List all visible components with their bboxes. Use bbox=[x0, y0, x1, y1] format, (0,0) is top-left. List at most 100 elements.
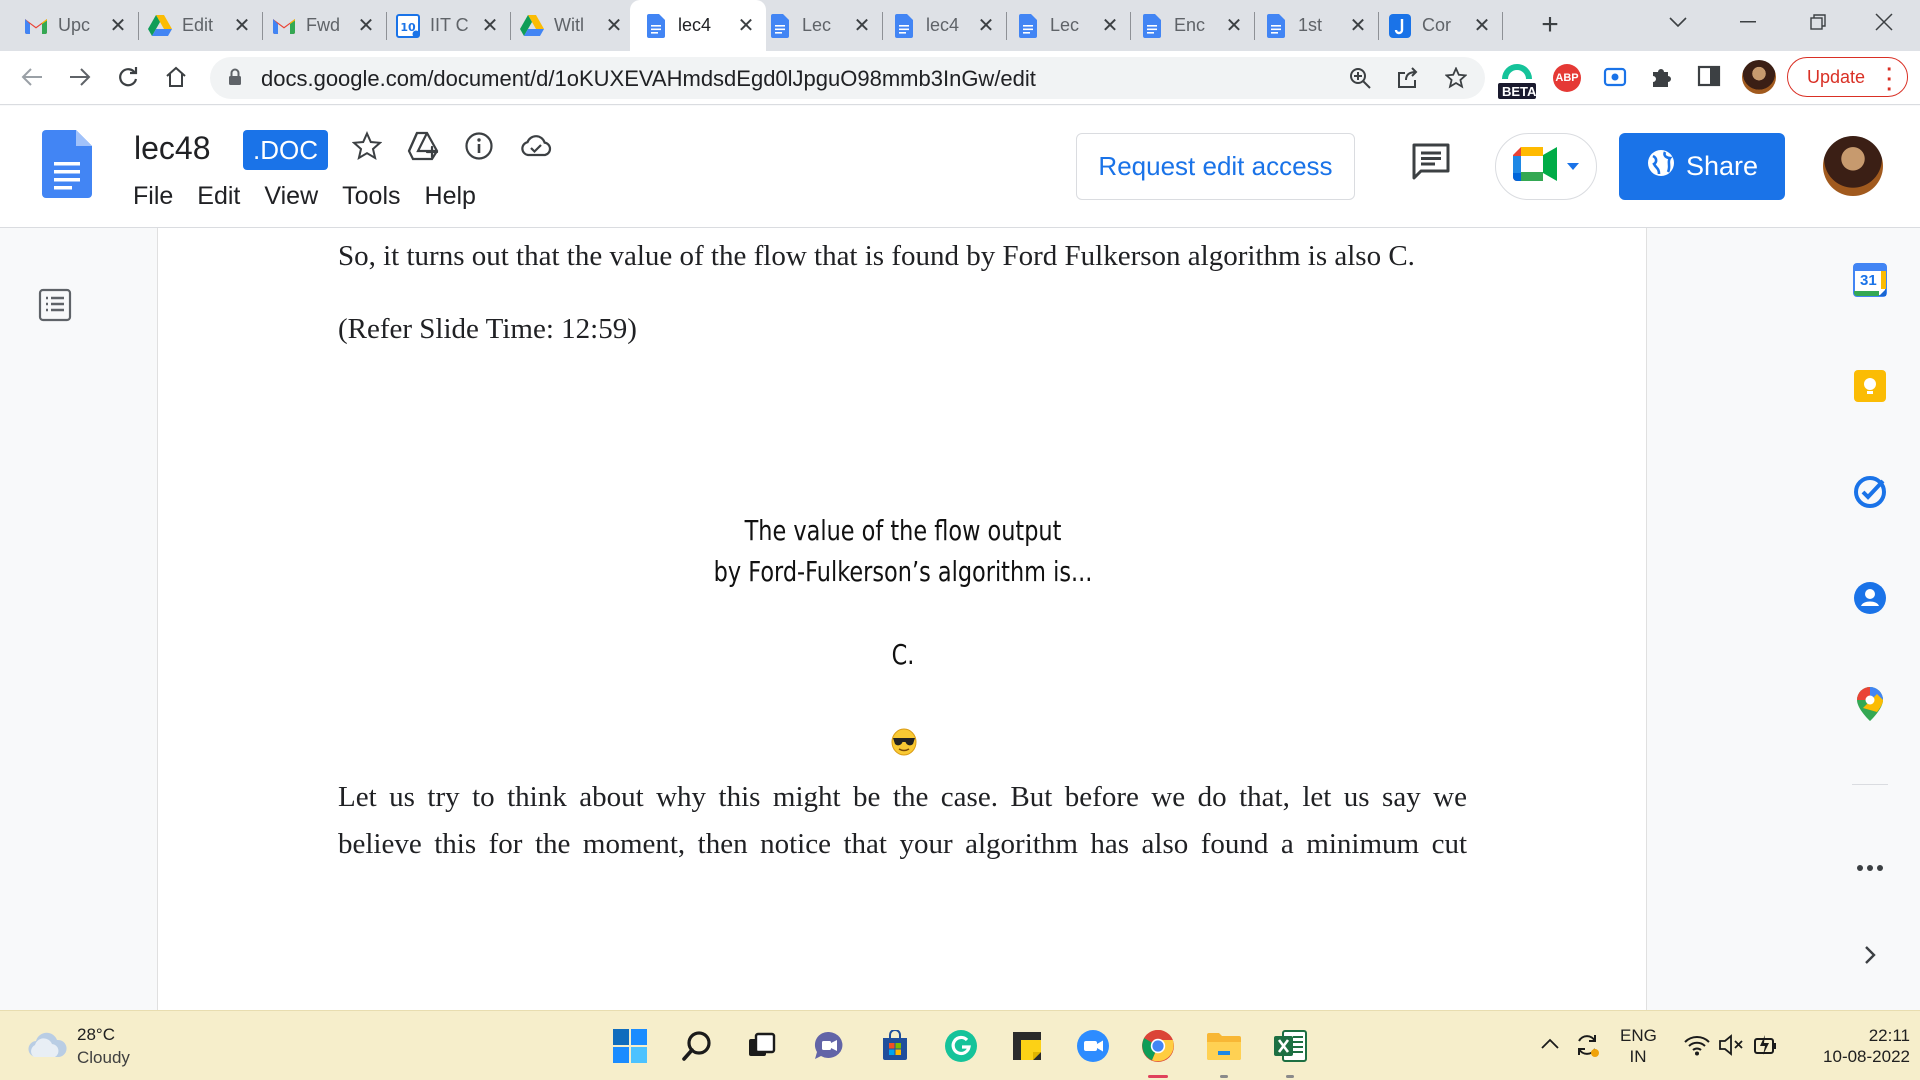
browser-tab[interactable]: Witl ✕ bbox=[506, 0, 634, 51]
browser-tab[interactable]: Upc ✕ bbox=[10, 0, 138, 51]
close-tab-icon[interactable]: ✕ bbox=[1224, 13, 1244, 38]
close-tab-icon[interactable]: ✕ bbox=[1472, 13, 1492, 38]
battery-charging-icon[interactable] bbox=[1753, 1033, 1779, 1062]
close-tab-icon[interactable]: ✕ bbox=[604, 13, 624, 38]
excel-icon[interactable] bbox=[1270, 1026, 1310, 1078]
close-tab-icon[interactable]: ✕ bbox=[1348, 13, 1368, 38]
profile-avatar[interactable] bbox=[1742, 60, 1776, 94]
reload-icon[interactable] bbox=[112, 61, 144, 93]
tab-separator bbox=[1502, 12, 1503, 40]
menu-edit[interactable]: Edit bbox=[197, 182, 240, 211]
windows-start-icon[interactable] bbox=[610, 1026, 650, 1066]
request-edit-access-button[interactable]: Request edit access bbox=[1076, 133, 1355, 200]
browser-tab[interactable]: Lec ✕ bbox=[1002, 0, 1130, 51]
document-outline-icon[interactable] bbox=[38, 288, 72, 327]
share-button[interactable]: Share bbox=[1619, 133, 1785, 200]
calendar-10-icon: 10 bbox=[396, 13, 420, 38]
update-label: Update bbox=[1807, 66, 1866, 87]
close-tab-icon[interactable]: ✕ bbox=[736, 13, 756, 38]
star-icon[interactable] bbox=[349, 128, 385, 164]
search-icon[interactable] bbox=[677, 1026, 717, 1066]
browser-tab[interactable]: Fwd ✕ bbox=[258, 0, 386, 51]
close-tab-icon[interactable]: ✕ bbox=[108, 13, 128, 38]
cloud-saved-icon[interactable] bbox=[518, 128, 554, 164]
chrome-update-button[interactable]: Update · · · bbox=[1787, 57, 1908, 100]
account-avatar[interactable] bbox=[1823, 136, 1883, 196]
show-hidden-icons-chevron-icon[interactable] bbox=[1541, 1037, 1559, 1055]
language-indicator[interactable]: ENG IN bbox=[1620, 1025, 1657, 1067]
browser-tab[interactable]: Lec ✕ bbox=[754, 0, 882, 51]
grammarly-icon[interactable] bbox=[941, 1026, 981, 1066]
browser-tab[interactable]: lec4 ✕ bbox=[878, 0, 1006, 51]
menu-tools[interactable]: Tools bbox=[342, 182, 400, 211]
contacts-icon[interactable] bbox=[1852, 580, 1888, 616]
document-info-icon[interactable] bbox=[461, 128, 497, 164]
cloudy-weather-icon[interactable] bbox=[28, 1031, 68, 1064]
keep-icon[interactable] bbox=[1852, 368, 1888, 404]
close-tab-icon[interactable]: ✕ bbox=[356, 13, 376, 38]
new-tab-button[interactable]: + bbox=[1532, 8, 1568, 44]
more-addons-icon[interactable] bbox=[1852, 850, 1888, 886]
restore-icon[interactable] bbox=[1786, 0, 1850, 44]
grammarly-beta-extension-icon[interactable]: BETA bbox=[1497, 57, 1537, 101]
expand-side-panel-chevron-icon[interactable] bbox=[1852, 937, 1888, 973]
zoom-icon[interactable] bbox=[1345, 63, 1375, 93]
tab-title: 1st bbox=[1298, 15, 1323, 35]
wifi-icon[interactable] bbox=[1684, 1034, 1710, 1061]
sticky-notes-icon[interactable] bbox=[1007, 1026, 1047, 1066]
home-icon[interactable] bbox=[160, 61, 192, 93]
chrome-icon[interactable] bbox=[1138, 1026, 1178, 1078]
bookmark-star-icon[interactable] bbox=[1441, 63, 1471, 93]
address-bar[interactable]: docs.google.com/document/d/1oKUXEVAHmdsd… bbox=[210, 57, 1485, 99]
microsoft-store-icon[interactable] bbox=[875, 1026, 915, 1066]
close-tab-icon[interactable]: ✕ bbox=[976, 13, 996, 38]
close-window-icon[interactable] bbox=[1852, 0, 1916, 44]
tab-strip: Upc ✕ Edit ✕ Fwd ✕ 10 IIT C ✕ Witl ✕ lec4 ✕ Lec ✕ lec4 ✕… bbox=[0, 0, 1920, 51]
teams-chat-icon[interactable] bbox=[809, 1026, 849, 1066]
meet-button[interactable] bbox=[1495, 133, 1597, 200]
minimize-icon[interactable] bbox=[1716, 0, 1780, 44]
browser-tab[interactable]: lec4 ✕ bbox=[630, 0, 766, 51]
file-explorer-icon[interactable] bbox=[1204, 1026, 1244, 1078]
tasks-icon[interactable] bbox=[1852, 474, 1888, 510]
browser-tab[interactable]: Edit ✕ bbox=[134, 0, 262, 51]
lock-icon[interactable] bbox=[228, 68, 242, 91]
browser-tab[interactable]: 1st ✕ bbox=[1250, 0, 1378, 51]
menu-view[interactable]: View bbox=[264, 182, 318, 211]
browser-tab[interactable]: Cor ✕ bbox=[1374, 0, 1502, 51]
menu-file[interactable]: File bbox=[133, 182, 173, 211]
browser-tab[interactable]: Enc ✕ bbox=[1126, 0, 1254, 51]
weather-description[interactable]: Cloudy bbox=[77, 1048, 130, 1068]
close-tab-icon[interactable]: ✕ bbox=[480, 13, 500, 38]
google-docs-logo-icon[interactable] bbox=[42, 130, 92, 203]
task-view-icon[interactable] bbox=[742, 1026, 782, 1066]
document-title[interactable]: lec48 bbox=[134, 130, 211, 167]
calendar-day: 31 bbox=[1860, 272, 1877, 289]
close-tab-icon[interactable]: ✕ bbox=[232, 13, 252, 38]
menu-help[interactable]: Help bbox=[425, 182, 476, 211]
zoom-icon-taskbar[interactable] bbox=[1073, 1026, 1113, 1066]
side-panel-icon[interactable] bbox=[1697, 64, 1721, 93]
tab-search-chevron-icon[interactable] bbox=[1646, 0, 1710, 44]
close-tab-icon[interactable]: ✕ bbox=[1100, 13, 1120, 38]
extensions-puzzle-icon[interactable] bbox=[1649, 64, 1675, 95]
comment-history-icon[interactable] bbox=[1411, 142, 1451, 187]
close-tab-icon[interactable]: ✕ bbox=[852, 13, 872, 38]
maps-icon[interactable] bbox=[1852, 686, 1888, 722]
browser-tab[interactable]: 10 IIT C ✕ bbox=[382, 0, 510, 51]
forward-icon[interactable] bbox=[64, 61, 96, 93]
adblock-plus-icon[interactable]: ABP bbox=[1553, 64, 1581, 92]
url-text[interactable]: docs.google.com/document/d/1oKUXEVAHmdsd… bbox=[261, 66, 1036, 92]
volume-muted-icon[interactable] bbox=[1718, 1034, 1744, 1061]
back-icon[interactable] bbox=[16, 61, 48, 93]
screen-capture-extension-icon[interactable] bbox=[1603, 65, 1627, 94]
sync-icon[interactable] bbox=[1573, 1031, 1601, 1064]
weather-temperature[interactable]: 28°C bbox=[77, 1025, 115, 1045]
language-region: IN bbox=[1629, 1047, 1647, 1066]
move-to-drive-icon[interactable] bbox=[405, 128, 441, 164]
share-page-icon[interactable] bbox=[1393, 63, 1423, 93]
document-page[interactable]: So, it turns out that the value of the f… bbox=[157, 228, 1647, 1010]
tab-title: lec4 bbox=[678, 15, 712, 35]
calendar-icon[interactable]: 31 bbox=[1852, 262, 1888, 298]
clock[interactable]: 22:11 10-08-2022 bbox=[1790, 1025, 1910, 1067]
